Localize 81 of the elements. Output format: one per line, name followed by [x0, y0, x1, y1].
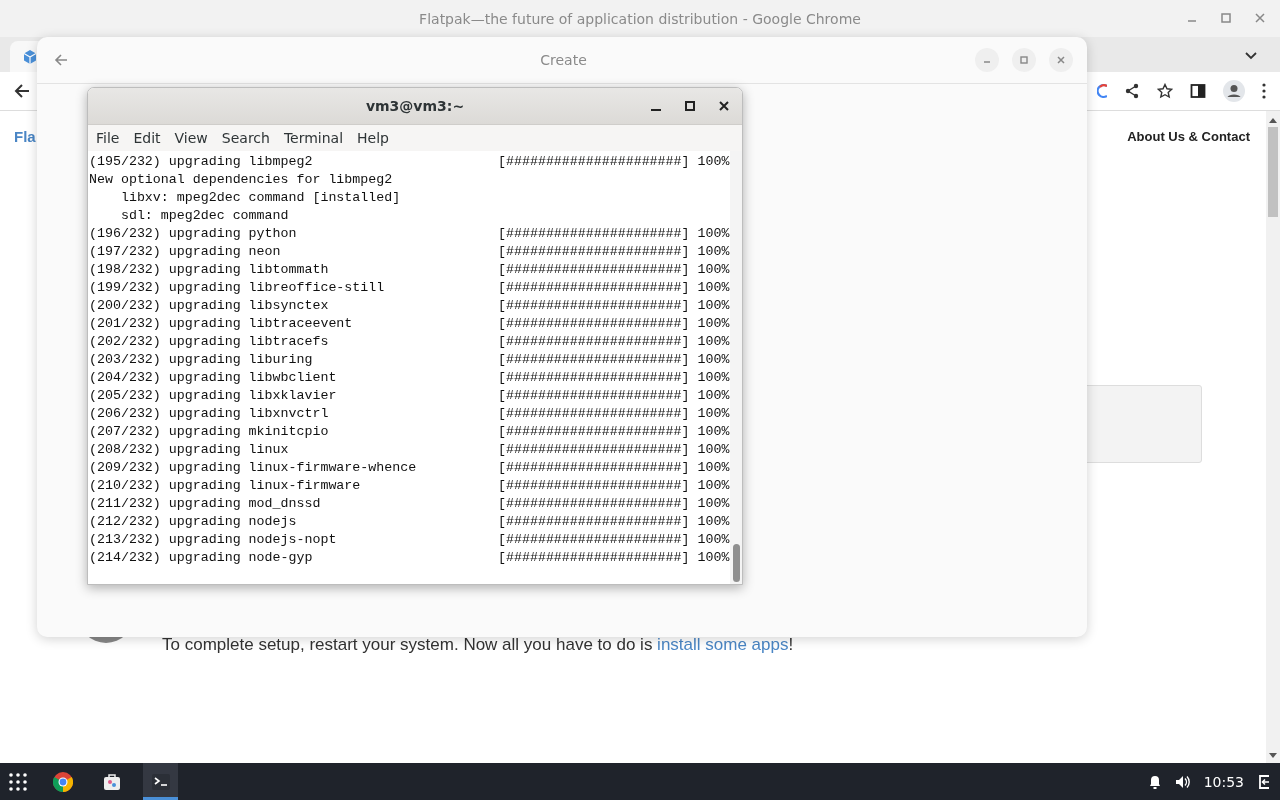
progress-text: [######################] 100%: [498, 315, 730, 333]
maximize-icon[interactable]: [685, 101, 695, 111]
site-logo-text[interactable]: Fla: [14, 128, 36, 145]
menu-item[interactable]: Help: [350, 130, 396, 146]
progress-text: [######################] 100%: [498, 333, 730, 351]
progress-text: [######################] 100%: [498, 423, 730, 441]
progress-text: [######################] 100%: [498, 369, 730, 387]
maximize-icon: [1019, 55, 1029, 65]
google-icon[interactable]: [1097, 83, 1107, 99]
progress-text: [######################] 100%: [498, 279, 730, 297]
close-icon[interactable]: [719, 101, 729, 111]
terminal-line: (206/232) upgrading libxnvctrl: [89, 406, 329, 421]
terminal-line: (201/232) upgrading libtraceevent: [89, 316, 353, 331]
setup-text: To complete setup, restart your system. Now all you have to do is install some apps!: [162, 634, 794, 655]
scrollbar[interactable]: [730, 151, 742, 584]
progress-text: [######################] 100%: [498, 531, 730, 549]
star-icon[interactable]: [1157, 83, 1173, 99]
clock[interactable]: 10:53: [1203, 773, 1244, 790]
terminal-line: (198/232) upgrading libtommath: [89, 262, 329, 277]
terminal-line: (211/232) upgrading mod_dnssd: [89, 496, 321, 511]
terminal-line: (214/232) upgrading node-gyp: [89, 550, 313, 565]
progress-text: [######################] 100%: [498, 261, 730, 279]
terminal-line: (195/232) upgrading libmpeg2: [89, 154, 313, 169]
terminal-line: (213/232) upgrading nodejs-nopt: [89, 532, 337, 547]
progress-text: [######################] 100%: [498, 225, 730, 243]
progress-text: [######################] 100%: [498, 387, 730, 405]
terminal-line: (204/232) upgrading libwbclient: [89, 370, 337, 385]
close-icon: [1056, 55, 1066, 65]
app-grid-icon[interactable]: [9, 772, 27, 791]
side-panel-icon[interactable]: [1190, 83, 1206, 99]
nav-link[interactable]: About Us & Contact: [1127, 129, 1250, 144]
progress-text: [######################] 100%: [498, 153, 730, 171]
menu-item[interactable]: Terminal: [276, 130, 351, 146]
menu-item[interactable]: Edit: [126, 130, 168, 146]
menu-item[interactable]: Search: [214, 130, 277, 146]
progress-text: [######################] 100%: [498, 495, 730, 513]
scrollbar-thumb[interactable]: [1268, 127, 1278, 217]
progress-text: [######################] 100%: [498, 243, 730, 261]
terminal-line: (209/232) upgrading linux-firmware-whence: [89, 460, 417, 475]
bell-icon[interactable]: [1148, 774, 1161, 789]
dialog-title: Create: [540, 52, 587, 68]
terminal-line: New optional dependencies for libmpeg2: [89, 172, 393, 187]
scroll-down-icon[interactable]: [1269, 753, 1277, 759]
terminal-line: (196/232) upgrading python: [89, 226, 297, 241]
window-title: Flatpak—the future of application distribution - Google Chrome: [419, 10, 861, 27]
terminal-line: libxv: mpeg2dec command [installed]: [119, 190, 401, 205]
progress-text: [######################] 100%: [498, 549, 730, 567]
menu-item[interactable]: File: [89, 130, 127, 146]
share-icon[interactable]: [1124, 83, 1140, 99]
progress-text: [######################] 100%: [498, 351, 730, 369]
terminal-line: (202/232) upgrading libtracefs: [89, 334, 329, 349]
terminal-line: (203/232) upgrading liburing: [89, 352, 313, 367]
install-apps-link[interactable]: install some apps: [657, 635, 789, 654]
terminal-line: sdl: mpeg2dec command: [119, 208, 289, 223]
scrollbar-thumb[interactable]: [732, 544, 740, 582]
more-options-icon[interactable]: [1262, 83, 1266, 99]
terminal-line: (207/232) upgrading mkinitcpio: [89, 424, 329, 439]
terminal-line: (212/232) upgrading nodejs: [89, 514, 297, 529]
browser-icon: [52, 771, 73, 792]
progress-text: [######################] 100%: [498, 513, 730, 531]
terminal-line: (197/232) upgrading neon: [89, 244, 281, 259]
progress-text: [######################] 100%: [498, 441, 730, 459]
terminal-icon: [151, 773, 170, 790]
shopping-bag-icon: [101, 771, 122, 792]
terminal-line: (200/232) upgrading libsynctex: [89, 298, 329, 313]
terminal-title: vm3@vm3:~: [365, 98, 465, 114]
scroll-up-icon[interactable]: [1269, 117, 1277, 123]
progress-text: [######################] 100%: [498, 405, 730, 423]
volume-icon[interactable]: [1174, 774, 1190, 789]
terminal-line: (208/232) upgrading linux: [89, 442, 289, 457]
terminal-line: (199/232) upgrading libreoffice-still: [89, 280, 385, 295]
progress-text: [######################] 100%: [498, 477, 730, 495]
terminal-line: (210/232) upgrading linux-firmware: [89, 478, 361, 493]
menu-item[interactable]: View: [167, 130, 215, 146]
scrollbar[interactable]: [1266, 111, 1280, 763]
back-arrow-icon[interactable]: [13, 82, 31, 100]
progress-text: [######################] 100%: [498, 297, 730, 315]
profile-icon[interactable]: [1223, 80, 1245, 102]
logout-icon[interactable]: [1258, 774, 1270, 789]
progress-text: [######################] 100%: [498, 459, 730, 477]
terminal-line: (205/232) upgrading libxklavier: [89, 388, 337, 403]
